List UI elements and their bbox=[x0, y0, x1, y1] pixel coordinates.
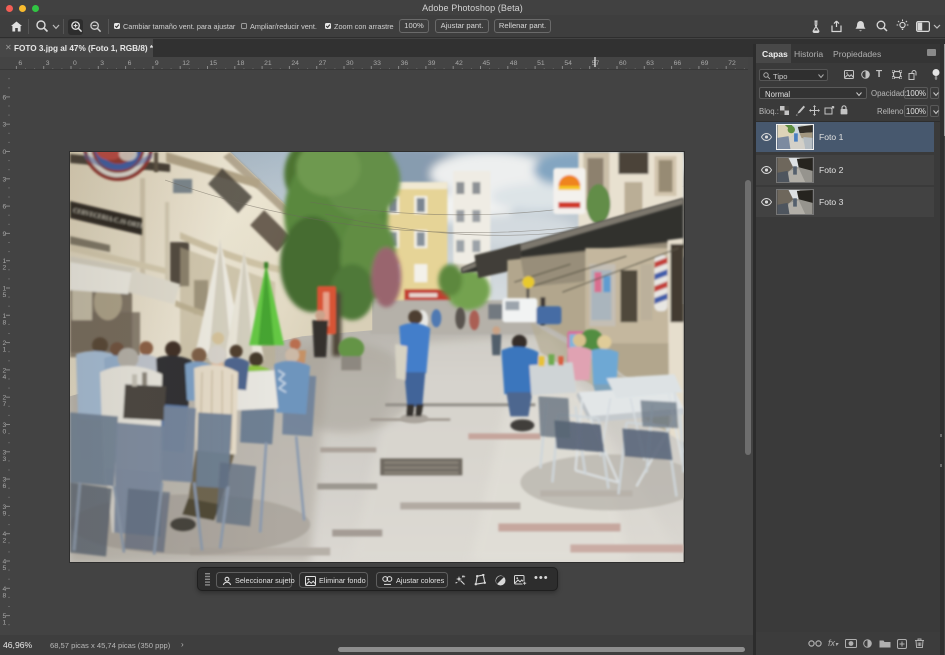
svg-text:21: 21 bbox=[264, 60, 272, 67]
svg-text:39: 39 bbox=[428, 60, 436, 67]
svg-text:3: 3 bbox=[3, 122, 7, 129]
svg-text:12: 12 bbox=[182, 60, 190, 67]
svg-text:5: 5 bbox=[3, 565, 7, 572]
svg-text:60: 60 bbox=[619, 60, 627, 67]
svg-text:2: 2 bbox=[3, 538, 7, 545]
svg-text:69: 69 bbox=[701, 60, 709, 67]
svg-text:42: 42 bbox=[455, 60, 463, 67]
svg-text:9: 9 bbox=[3, 231, 7, 238]
svg-text:7: 7 bbox=[3, 401, 7, 408]
svg-text:3: 3 bbox=[3, 176, 7, 183]
svg-text:6: 6 bbox=[18, 60, 22, 67]
svg-text:30: 30 bbox=[346, 60, 354, 67]
svg-text:0: 0 bbox=[73, 60, 77, 67]
svg-text:33: 33 bbox=[373, 60, 381, 67]
svg-text:1: 1 bbox=[3, 620, 7, 627]
svg-text:9: 9 bbox=[155, 60, 159, 67]
svg-text:24: 24 bbox=[291, 60, 299, 67]
svg-text:6: 6 bbox=[3, 204, 7, 211]
svg-text:72: 72 bbox=[728, 60, 736, 67]
svg-text:1: 1 bbox=[3, 347, 7, 354]
svg-text:6: 6 bbox=[3, 94, 7, 101]
svg-text:48: 48 bbox=[510, 60, 518, 67]
svg-text:5: 5 bbox=[3, 292, 7, 299]
svg-text:6: 6 bbox=[128, 60, 132, 67]
svg-text:9: 9 bbox=[3, 510, 7, 517]
svg-text:8: 8 bbox=[3, 592, 7, 599]
svg-text:3: 3 bbox=[3, 456, 7, 463]
svg-text:27: 27 bbox=[319, 60, 327, 67]
svg-text:45: 45 bbox=[483, 60, 491, 67]
svg-text:6: 6 bbox=[3, 483, 7, 490]
svg-text:54: 54 bbox=[564, 60, 572, 67]
svg-text:63: 63 bbox=[646, 60, 654, 67]
svg-text:4: 4 bbox=[3, 374, 7, 381]
svg-text:51: 51 bbox=[537, 60, 545, 67]
svg-text:2: 2 bbox=[3, 265, 7, 272]
svg-text:66: 66 bbox=[674, 60, 682, 67]
svg-text:3: 3 bbox=[46, 60, 50, 67]
svg-text:0: 0 bbox=[3, 149, 7, 156]
svg-text:18: 18 bbox=[237, 60, 245, 67]
svg-text:36: 36 bbox=[401, 60, 409, 67]
svg-text:15: 15 bbox=[210, 60, 218, 67]
svg-text:8: 8 bbox=[3, 319, 7, 326]
svg-text:0: 0 bbox=[3, 429, 7, 436]
svg-text:3: 3 bbox=[100, 60, 104, 67]
